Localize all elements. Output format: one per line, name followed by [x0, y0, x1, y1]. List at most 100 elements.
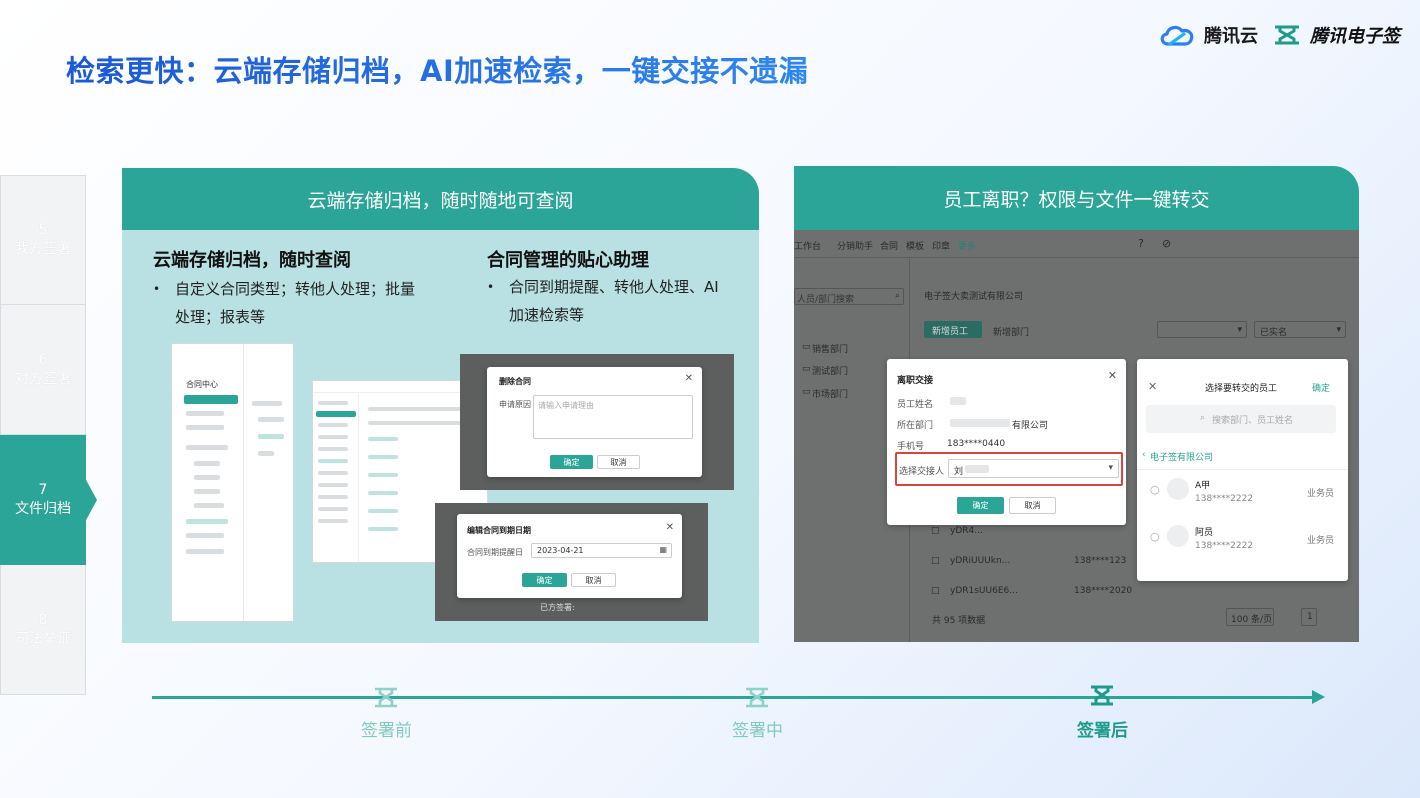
handover-dept-value: 有限公司	[1012, 421, 1049, 431]
handover-person-value: 刘	[954, 467, 964, 477]
folder-icon: ▭	[802, 387, 811, 397]
new-employee-label: 新增员工	[932, 327, 969, 337]
employee-list-item[interactable]: ○ A甲 138****2222 业务员	[1137, 469, 1348, 515]
folder-icon: ▭	[802, 364, 811, 374]
section2-bullet-line1: 合同到期提醒、转他人处理、AI	[509, 278, 719, 296]
checkbox-icon[interactable]: □	[931, 526, 940, 536]
esign-logo-icon	[1275, 25, 1299, 45]
select-dialog-confirm[interactable]: 确定	[1312, 381, 1330, 394]
topnav-more[interactable]: 更多	[958, 239, 976, 252]
tree-dept-market[interactable]: 市场部门	[812, 387, 848, 400]
select-search-placeholder: 搜索部门、员工姓名	[1212, 416, 1294, 426]
checkbox-icon[interactable]: □	[931, 586, 940, 596]
new-department-button[interactable]: 新增部门	[993, 325, 1029, 338]
expiry-confirm-button[interactable]: 确定	[522, 573, 567, 587]
expiry-date-input[interactable]: 2023-04-21 ▦	[531, 543, 672, 558]
topnav-distribution[interactable]: 分销助手	[837, 239, 873, 252]
topnav-seal[interactable]: 印章	[932, 239, 950, 252]
contract-center-screenshot: 合同中心	[171, 343, 294, 622]
step-item-5[interactable]: 5 我方签署	[0, 175, 86, 305]
tencent-cloud-logo-icon	[1160, 25, 1194, 46]
delete-dialog-title: 删除合同	[499, 377, 531, 386]
pager-page-button[interactable]: 1	[1301, 608, 1317, 626]
section2-title: 合同管理的贴心助理	[487, 250, 649, 271]
new-employee-button[interactable]: 新增员工	[924, 321, 982, 338]
tree-dept-test[interactable]: 测试部门	[812, 364, 848, 377]
right-panel-body: 工作台 分销助手 合同 模板 印章 更多 ? ⊘ 人员/部门搜索 ⌕ ▭ 销售部…	[794, 230, 1359, 642]
step-label: 文件归档	[15, 500, 71, 517]
search-icon: ⌕	[1200, 413, 1206, 423]
stage-during-signing[interactable]: 签署中	[732, 716, 783, 741]
chevron-down-icon: ▾	[1108, 463, 1113, 473]
handover-confirm-button[interactable]: 确定	[957, 497, 1004, 514]
expiry-date-label: 合同到期提醒日	[467, 548, 523, 557]
filter-status-select[interactable]: 已实名 ▾	[1254, 321, 1346, 338]
search-icon[interactable]: ⌕	[895, 291, 900, 301]
row-phone: 138****2020	[1074, 586, 1133, 596]
delete-cancel-button[interactable]: 取消	[597, 455, 640, 469]
handover-phone-label: 手机号	[897, 442, 925, 452]
delete-confirm-button[interactable]: 确定	[550, 455, 593, 469]
stage-before-signing[interactable]: 签署前	[361, 716, 412, 741]
filter-dept-select[interactable]: ▾	[1157, 321, 1247, 338]
topnav-template[interactable]: 模板	[906, 239, 924, 252]
chevron-left-icon[interactable]: ‹	[1142, 450, 1146, 460]
delete-reason-placeholder: 请输入申请理由	[538, 401, 594, 410]
right-panel-header: 员工离职？权限与文件一键转交	[794, 166, 1359, 230]
contract-center-title: 合同中心	[186, 380, 218, 389]
section2-bullet-line2: 加速检索等	[509, 306, 585, 324]
row-user-id: yDRiUUUkn...	[950, 556, 1011, 566]
expiry-date-dialog: 编辑合同到期日期 ✕ 合同到期提醒日 2023-04-21 ▦ 确定 取消	[457, 514, 682, 598]
expiry-date-screenshot: 编辑合同到期日期 ✕ 合同到期提醒日 2023-04-21 ▦ 确定 取消 已方…	[435, 503, 708, 621]
chevron-down-icon: ▾	[1237, 325, 1242, 335]
step-number: 5	[38, 222, 48, 238]
delete-reason-input[interactable]: 请输入申请理由	[533, 395, 693, 439]
pager-size-select[interactable]: 100 条/页	[1226, 608, 1274, 626]
delete-contract-screenshot: 删除合同 ✕ 申请原因 请输入申请理由 确定 取消	[460, 354, 734, 490]
tree-dept-sales[interactable]: 销售部门	[812, 342, 848, 355]
company-name: 电子签大卖测试有限公司	[924, 292, 1024, 302]
topnav-workbench[interactable]: 工作台	[794, 239, 821, 252]
step-item-8[interactable]: 8 司法举证	[0, 565, 86, 695]
tree-search-placeholder: 人员/部门搜索	[797, 295, 855, 305]
topnav-contract[interactable]: 合同	[880, 239, 898, 252]
avatar	[1167, 478, 1189, 500]
step-item-7[interactable]: 7 文件归档	[0, 435, 97, 565]
left-panel-body: 云端存储归档，随时查阅 • 自定义合同类型；转他人处理；批量 处理；报表等 合同…	[122, 230, 759, 643]
close-icon[interactable]: ✕	[1108, 369, 1117, 382]
handover-person-select[interactable]: 刘 ▾	[948, 459, 1119, 478]
stage-after-signing[interactable]: 签署后	[1077, 716, 1128, 741]
step-sidebar: 5 我方签署 6 对方签署 7 文件归档 8 司法举证	[0, 175, 97, 695]
row-user-id: yDR1sUU6E6...	[950, 586, 1018, 596]
select-search-input[interactable]: ⌕ 搜索部门、员工姓名	[1146, 405, 1336, 433]
close-icon[interactable]: ✕	[685, 373, 693, 384]
help-icon[interactable]: ?	[1138, 237, 1144, 250]
pager-total: 共 95 项数据	[932, 616, 986, 626]
pager-size-value: 100 条/页	[1231, 615, 1273, 625]
employee-list-item[interactable]: ○ 阿员 138****2222 业务员	[1137, 517, 1348, 563]
page-title: 检索更快：云端存储归档，AI加速检索，一键交接不遗漏	[66, 48, 808, 90]
select-dialog-title: 选择要转交的员工	[1205, 384, 1278, 394]
step-number: 8	[38, 611, 48, 628]
org-management-screenshot: 工作台 分销助手 合同 模板 印章 更多 ? ⊘ 人员/部门搜索 ⌕ ▭ 销售部…	[794, 230, 1359, 642]
table-row[interactable]: □ yDR1sUU6E6... 138****2020	[924, 580, 1344, 602]
row-phone: 138****123	[1074, 556, 1127, 566]
handover-dept-label: 所在部门	[897, 421, 934, 431]
handover-cancel-button[interactable]: 取消	[1009, 497, 1056, 514]
step-number: 7	[38, 481, 48, 498]
tencent-cloud-logo-text: 腾讯云	[1204, 26, 1258, 47]
radio-icon[interactable]: ○	[1150, 530, 1160, 543]
checkbox-icon[interactable]: □	[931, 556, 940, 566]
step-item-6[interactable]: 6 对方签署	[0, 305, 86, 435]
section2-bullets: • 合同到期提醒、转他人处理、AI 加速检索等	[487, 273, 757, 329]
section1-title: 云端存储归档，随时查阅	[153, 250, 351, 271]
select-company-breadcrumb[interactable]: 电子签有限公司	[1150, 450, 1213, 463]
calendar-icon: ▦	[659, 545, 667, 554]
radio-icon[interactable]: ○	[1150, 483, 1160, 496]
close-icon[interactable]: ✕	[666, 522, 674, 533]
settings-icon[interactable]: ⊘	[1162, 237, 1171, 250]
expiry-cancel-button[interactable]: 取消	[571, 573, 616, 587]
step-label: 我方签署	[15, 241, 71, 257]
handover-person-label: 选择交接人	[899, 467, 945, 477]
close-icon[interactable]: ✕	[1148, 380, 1157, 393]
